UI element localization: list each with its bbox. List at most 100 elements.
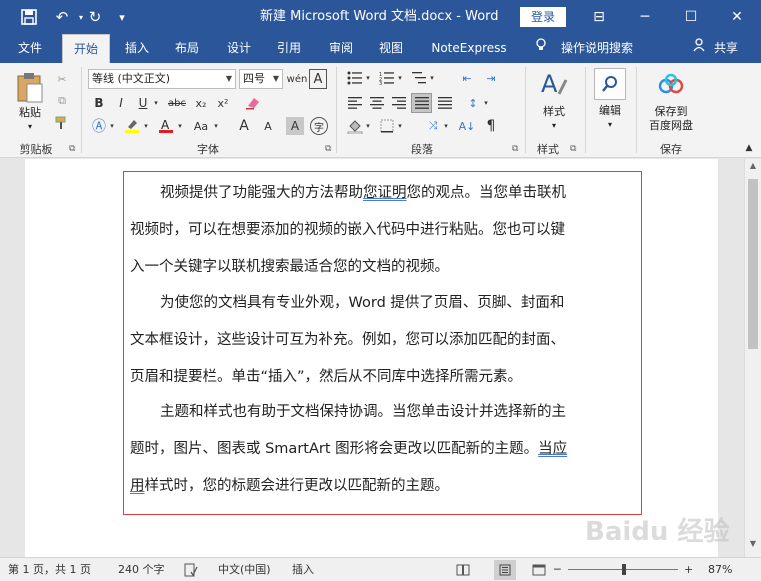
tab-design[interactable]: 设计 — [218, 34, 260, 63]
web-layout-icon[interactable] — [532, 558, 546, 581]
distributed-icon[interactable] — [436, 94, 454, 112]
decrease-indent-icon[interactable]: ⇤ — [458, 69, 476, 87]
customize-toolbar-icon[interactable]: ▾ — [112, 0, 132, 34]
font-color-icon[interactable]: A — [156, 117, 176, 135]
word-count[interactable]: 240 个字 — [118, 558, 165, 581]
tab-layout[interactable]: 布局 — [166, 34, 208, 63]
subscript-button[interactable]: x₂ — [192, 94, 210, 112]
page-count[interactable]: 第 1 页，共 1 页 — [8, 558, 91, 581]
editing-button-label[interactable]: 编辑 — [590, 104, 630, 118]
redo-icon[interactable]: ↻ — [84, 0, 106, 34]
char-shading-button[interactable]: A — [286, 117, 304, 135]
ribbon-display-options-icon[interactable]: ⊟ — [576, 0, 622, 34]
save-to-baidu-label-1[interactable]: 保存到 — [642, 105, 700, 119]
save-to-baidu-label-2[interactable]: 百度网盘 — [642, 119, 700, 133]
format-painter-icon[interactable] — [54, 115, 70, 131]
text-effects-icon[interactable]: Ⓐ — [90, 117, 108, 135]
numbering-dropdown-icon[interactable]: ▾ — [396, 69, 404, 87]
search-icon[interactable] — [594, 68, 626, 100]
justify-icon[interactable] — [411, 93, 432, 113]
superscript-button[interactable]: x² — [214, 94, 232, 112]
font-color-dropdown-icon[interactable]: ▾ — [176, 117, 184, 135]
font-size-combo[interactable]: 四号 ▼ — [239, 69, 283, 89]
shading-icon[interactable] — [346, 117, 364, 135]
tab-home[interactable]: 开始 — [62, 34, 110, 63]
font-name-combo[interactable]: 等线 (中文正文) ▼ — [88, 69, 236, 89]
highlight-dropdown-icon[interactable]: ▾ — [142, 117, 150, 135]
minimize-button[interactable]: ─ — [622, 0, 668, 34]
bullets-icon[interactable] — [346, 69, 364, 87]
line-spacing-dropdown-icon[interactable]: ▾ — [482, 94, 490, 112]
chinese-layout-dropdown-icon[interactable]: ▾ — [442, 117, 450, 135]
enclose-char-icon[interactable]: 字 — [310, 117, 328, 135]
sort-icon[interactable]: A↓ — [458, 117, 476, 135]
styles-icon[interactable]: A — [538, 69, 570, 101]
read-mode-icon[interactable] — [456, 558, 470, 581]
insert-mode[interactable]: 插入 — [292, 558, 314, 581]
font-launcher-icon[interactable]: ⧉ — [325, 144, 331, 154]
tab-noteexpress[interactable]: NoteExpress — [424, 34, 514, 63]
language-indicator[interactable]: 中文(中国) — [218, 558, 271, 581]
styles-button-label[interactable]: 样式 — [534, 105, 574, 119]
tell-me-search[interactable]: 操作说明搜索 — [556, 34, 638, 63]
strikethrough-button[interactable]: abc — [166, 94, 188, 112]
vertical-scrollbar[interactable]: ▲ ▼ — [744, 159, 761, 557]
borders-icon[interactable] — [378, 117, 396, 135]
multilevel-dropdown-icon[interactable]: ▾ — [428, 69, 436, 87]
underline-button[interactable]: U — [134, 94, 152, 112]
highlight-icon[interactable] — [122, 117, 142, 135]
scroll-down-icon[interactable]: ▼ — [745, 539, 761, 553]
char-border-icon[interactable]: A — [309, 69, 327, 89]
align-right-icon[interactable] — [390, 94, 408, 112]
tab-review[interactable]: 审阅 — [320, 34, 362, 63]
italic-button[interactable]: I — [112, 94, 130, 112]
change-case-button[interactable]: Aa — [190, 117, 212, 135]
save-icon[interactable] — [14, 0, 44, 34]
chinese-layout-icon[interactable]: ⤨ — [424, 117, 442, 135]
cut-icon[interactable]: ✂ — [54, 71, 70, 87]
grow-font-button[interactable]: A — [234, 117, 254, 135]
baidu-cloud-icon[interactable] — [656, 71, 686, 97]
line-spacing-icon[interactable]: ↕ — [464, 94, 482, 112]
print-layout-icon[interactable] — [494, 560, 516, 580]
align-center-icon[interactable] — [368, 94, 386, 112]
login-button[interactable]: 登录 — [520, 7, 566, 27]
bold-button[interactable]: B — [90, 94, 108, 112]
share-icon[interactable] — [690, 34, 708, 63]
zoom-slider-handle[interactable] — [622, 564, 626, 575]
change-case-dropdown-icon[interactable]: ▾ — [212, 117, 220, 135]
shrink-font-button[interactable]: A — [258, 117, 278, 135]
styles-dropdown-icon[interactable]: ▾ — [534, 119, 574, 133]
zoom-in-button[interactable]: + — [684, 558, 693, 581]
tab-view[interactable]: 视图 — [370, 34, 412, 63]
tab-file[interactable]: 文件 — [8, 34, 52, 63]
paste-icon[interactable] — [14, 69, 46, 105]
numbering-icon[interactable]: 123 — [378, 69, 396, 87]
tab-references[interactable]: 引用 — [268, 34, 310, 63]
maximize-button[interactable]: ☐ — [668, 0, 714, 34]
align-left-icon[interactable] — [346, 94, 364, 112]
share-button[interactable]: 共享 — [710, 34, 742, 63]
copy-icon[interactable]: ⧉ — [54, 93, 70, 109]
close-button[interactable]: ✕ — [714, 0, 760, 34]
proofing-icon[interactable] — [184, 558, 198, 581]
scroll-up-icon[interactable]: ▲ — [745, 161, 761, 175]
zoom-level[interactable]: 87% — [708, 558, 732, 581]
text-effects-dropdown-icon[interactable]: ▾ — [108, 117, 116, 135]
editing-dropdown-icon[interactable]: ▾ — [590, 118, 630, 132]
styles-launcher-icon[interactable]: ⧉ — [570, 144, 576, 154]
document-page[interactable]: 视频提供了功能强大的方法帮助您证明您的观点。当您单击联机 视频时，可以在想要添加… — [25, 159, 729, 557]
phonetic-guide-icon[interactable]: wén — [287, 69, 308, 89]
increase-indent-icon[interactable]: ⇥ — [482, 69, 500, 87]
clipboard-launcher-icon[interactable]: ⧉ — [69, 144, 75, 154]
show-marks-icon[interactable]: ¶ — [482, 117, 500, 135]
paste-button-label[interactable]: 粘贴 — [12, 106, 48, 120]
borders-dropdown-icon[interactable]: ▾ — [396, 117, 404, 135]
shading-dropdown-icon[interactable]: ▾ — [364, 117, 372, 135]
zoom-out-button[interactable]: ─ — [554, 558, 561, 581]
clear-formatting-icon[interactable] — [244, 94, 262, 112]
multilevel-list-icon[interactable] — [410, 69, 428, 87]
underline-dropdown-icon[interactable]: ▾ — [152, 94, 160, 112]
tab-insert[interactable]: 插入 — [116, 34, 158, 63]
collapse-ribbon-icon[interactable]: ▲ — [742, 141, 756, 155]
